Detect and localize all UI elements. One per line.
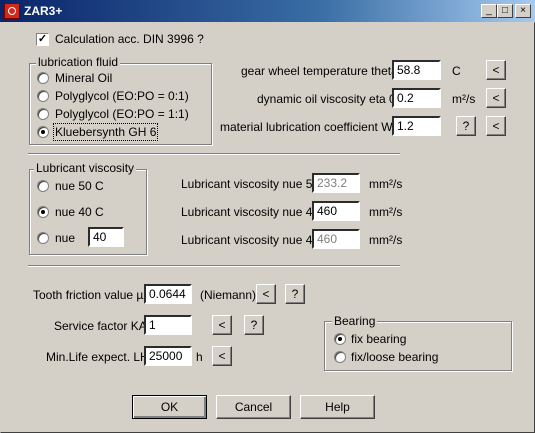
viscosity-option-label: nue 50 C <box>55 179 104 193</box>
viscosity-radio-nue40[interactable] <box>37 206 49 218</box>
friction-back-button[interactable]: < <box>256 284 276 304</box>
service-factor-input[interactable]: 1 <box>144 315 192 335</box>
separator <box>28 153 400 155</box>
viscosity-nue40-unit: mm²/s <box>369 205 403 219</box>
minimize-button[interactable]: _ <box>481 4 497 18</box>
service-factor-back-button[interactable]: < <box>212 315 232 335</box>
oil-viscosity-input[interactable]: 0.2 <box>392 88 441 108</box>
lubrication-radio-kluebersynth[interactable] <box>37 126 49 138</box>
lubrication-option-label: Mineral Oil <box>55 71 113 85</box>
title-bar[interactable] <box>0 0 535 22</box>
app-icon[interactable] <box>4 3 20 19</box>
close-button[interactable]: × <box>515 4 531 18</box>
wml-label: material lubrication coefficient WML <box>220 120 410 134</box>
service-factor-label: Service factor KA <box>54 319 147 333</box>
viscosity-nue50-unit: mm²/s <box>369 177 403 191</box>
min-life-input[interactable]: 25000 <box>144 346 192 366</box>
bearing-radio-fix-loose[interactable] <box>334 351 346 363</box>
service-factor-help-button[interactable]: ? <box>244 315 264 335</box>
friction-help-button[interactable]: ? <box>285 284 305 304</box>
gear-temp-label: gear wheel temperature thetaM <box>241 64 408 78</box>
ok-button[interactable]: OK <box>132 395 207 419</box>
oil-viscosity-back-button[interactable]: < <box>486 88 506 108</box>
lubrication-option-label: Polyglycol (EO:PO = 0:1) <box>55 89 189 103</box>
viscosity-radio-nue50[interactable] <box>37 180 49 192</box>
gear-temp-back-button[interactable]: < <box>486 60 506 80</box>
viscosity-nue50-input: 233.2 <box>312 173 360 193</box>
wml-help-button[interactable]: ? <box>456 116 476 136</box>
lubrication-option-label: Kluebersynth GH 6 <box>52 123 159 141</box>
cancel-button[interactable]: Cancel <box>216 395 291 419</box>
viscosity-custom-result-input: 460 <box>312 229 360 249</box>
min-life-back-button[interactable]: < <box>212 346 232 366</box>
wml-input[interactable]: 1.2 <box>392 116 441 136</box>
bearing-title: Bearing <box>332 314 378 328</box>
calc-din-label: Calculation acc. DIN 3996 ? <box>55 32 204 46</box>
viscosity-nue50-label: Lubricant viscosity nue 50 <box>181 177 320 191</box>
separator <box>28 265 400 267</box>
friction-label: Tooth friction value µz <box>33 288 150 302</box>
viscosity-nue40-input[interactable]: 460 <box>312 201 360 221</box>
lubrication-radio-polyglycol-11[interactable] <box>37 108 49 120</box>
viscosity-option-label: nue 40 C <box>55 205 104 219</box>
bearing-option-label: fix bearing <box>351 332 407 346</box>
bearing-option-label: fix/loose bearing <box>351 350 439 364</box>
friction-input[interactable]: 0.0644 <box>144 284 192 304</box>
lubrication-radio-polyglycol-01[interactable] <box>37 90 49 102</box>
lubrication-fluid-title: lubrication fluid <box>36 55 121 69</box>
help-button[interactable]: Help <box>300 395 375 419</box>
viscosity-option-label: nue <box>55 231 76 245</box>
viscosity-custom-label: Lubricant viscosity nue 40 <box>181 233 320 247</box>
oil-viscosity-unit: m²/s <box>452 92 476 106</box>
min-life-unit: h <box>196 350 203 364</box>
window-title: ZAR3+ <box>24 4 63 18</box>
viscosity-custom-unit: mm²/s <box>369 233 403 247</box>
calc-din-checkbox[interactable]: ✓ <box>36 33 49 46</box>
lubrication-radio-mineral-oil[interactable] <box>37 72 49 84</box>
lubrication-option-label: Polyglycol (EO:PO = 1:1) <box>55 107 189 121</box>
viscosity-radio-custom[interactable] <box>37 232 49 244</box>
viscosity-custom-input[interactable]: 40 <box>88 227 124 247</box>
maximize-button[interactable]: □ <box>497 4 513 18</box>
oil-viscosity-label: dynamic oil viscosity eta 0M <box>257 92 406 106</box>
wml-back-button[interactable]: < <box>486 116 506 136</box>
gear-temp-unit: C <box>452 64 461 78</box>
lubricant-viscosity-title: Lubricant viscosity <box>34 161 137 175</box>
viscosity-nue40-label: Lubricant viscosity nue 40 <box>181 205 320 219</box>
bearing-radio-fix[interactable] <box>334 333 346 345</box>
friction-note: (Niemann) <box>200 288 257 302</box>
min-life-label: Min.Life expect. LH <box>46 350 149 364</box>
gear-temp-input[interactable]: 58.8 <box>392 60 441 80</box>
